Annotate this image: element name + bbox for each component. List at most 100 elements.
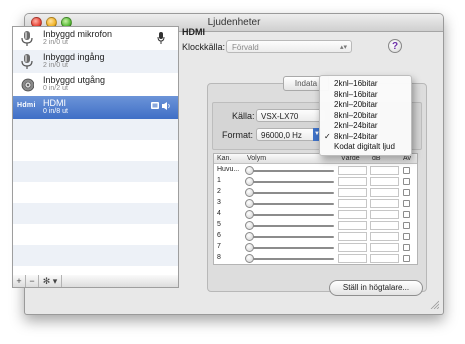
volume-slider-knob[interactable]	[245, 232, 254, 241]
table-row: 2	[214, 187, 417, 198]
volume-slider-track[interactable]	[249, 192, 334, 194]
db-field[interactable]	[370, 188, 399, 197]
empty-row	[13, 182, 178, 203]
menu-item[interactable]: 8knl–20bitar	[320, 111, 411, 121]
value-field[interactable]	[338, 254, 367, 263]
menu-item[interactable]: Kodat digitalt ljud	[320, 142, 411, 152]
device-channels: 2 in/0 ut	[43, 62, 68, 69]
device-item-hdmi[interactable]: Hdmi HDMI 0 in/8 ut	[13, 96, 178, 119]
volume-slider-track[interactable]	[249, 236, 334, 238]
help-button[interactable]: ?	[388, 39, 402, 53]
mute-checkbox[interactable]	[403, 200, 410, 207]
mute-checkbox[interactable]	[403, 211, 410, 218]
db-field[interactable]	[370, 254, 399, 263]
menu-item[interactable]: 8knl–16bitar	[320, 90, 411, 100]
device-channels: 2 in/0 ut	[43, 39, 68, 46]
device-item-inbyggd-utgang[interactable]: Inbyggd utgång 0 in/2 ut	[13, 73, 178, 96]
table-row: 4	[214, 209, 417, 220]
volume-slider-knob[interactable]	[245, 210, 254, 219]
db-field[interactable]	[370, 166, 399, 175]
volume-slider-knob[interactable]	[245, 254, 254, 263]
db-field[interactable]	[370, 232, 399, 241]
channel-name: 4	[217, 210, 221, 217]
value-field[interactable]	[338, 166, 367, 175]
volume-slider-knob[interactable]	[245, 199, 254, 208]
channel-name: 3	[217, 199, 221, 206]
volume-slider-track[interactable]	[249, 170, 334, 172]
resize-grip-icon[interactable]	[430, 300, 439, 309]
speaker-icon	[21, 78, 34, 92]
value-field[interactable]	[338, 232, 367, 241]
format-label: Format:	[222, 130, 254, 140]
mute-checkbox[interactable]	[403, 178, 410, 185]
channel-name: 8	[217, 254, 221, 261]
value-field[interactable]	[338, 221, 367, 230]
mute-checkbox[interactable]	[403, 167, 410, 174]
remove-device-button[interactable]: −	[26, 275, 39, 287]
volume-slider-knob[interactable]	[245, 221, 254, 230]
empty-row	[13, 119, 178, 140]
source-label: Källa:	[232, 111, 255, 121]
device-name: Inbyggd ingång	[43, 52, 105, 62]
device-title: HDMI	[182, 27, 205, 37]
volume-slider-knob[interactable]	[245, 177, 254, 186]
table-row: 7	[214, 242, 417, 253]
menu-item[interactable]: ✓ 8knl–24bitar	[320, 132, 411, 142]
volume-slider-knob[interactable]	[245, 166, 254, 175]
device-list[interactable]: Inbyggd mikrofon 2 in/0 ut Inbyggd ingån…	[12, 26, 179, 276]
mute-checkbox[interactable]	[403, 244, 410, 251]
mute-checkbox[interactable]	[403, 233, 410, 240]
channel-name: 6	[217, 232, 221, 239]
db-field[interactable]	[370, 221, 399, 230]
value-field[interactable]	[338, 243, 367, 252]
menu-item[interactable]: 2knl–24bitar	[320, 121, 411, 131]
volume-slider-knob[interactable]	[245, 188, 254, 197]
device-item-inbyggd-ingang[interactable]: Inbyggd ingång 2 in/0 ut	[13, 50, 178, 73]
db-field[interactable]	[370, 210, 399, 219]
source-select[interactable]: VSX-LX70	[256, 109, 326, 122]
volume-slider-track[interactable]	[249, 181, 334, 183]
table-row: 8	[214, 253, 417, 264]
empty-row	[13, 140, 178, 161]
menu-item-label: 8knl–16bitar	[334, 89, 378, 99]
gear-menu-button[interactable]: ✻ ▾	[39, 275, 62, 287]
column-volume: Volym	[247, 155, 267, 162]
volume-slider-track[interactable]	[249, 214, 334, 216]
db-field[interactable]	[370, 199, 399, 208]
db-field[interactable]	[370, 177, 399, 186]
checkmark-icon: ✓	[324, 131, 331, 141]
empty-row	[13, 161, 178, 182]
format-dropdown-menu: 2knl–16bitar 8knl–16bitar 2knl–20bitar 8knl…	[319, 75, 412, 156]
value-field[interactable]	[338, 199, 367, 208]
table-row: 6	[214, 231, 417, 242]
volume-slider-track[interactable]	[249, 247, 334, 249]
format-rate-select[interactable]: 96000,0 Hz	[256, 128, 316, 141]
db-field[interactable]	[370, 243, 399, 252]
menu-item-label: 8knl–20bitar	[334, 110, 378, 120]
microphone-icon	[21, 31, 33, 46]
device-item-inbyggd-mikrofon[interactable]: Inbyggd mikrofon 2 in/0 ut	[13, 27, 178, 50]
volume-slider-track[interactable]	[249, 225, 334, 227]
menu-item-label: Kodat digitalt ljud	[334, 142, 395, 151]
value-field[interactable]	[338, 188, 367, 197]
clock-source-label: Klockkälla:	[182, 42, 226, 52]
stepper-arrows-icon: ▴▾	[339, 44, 347, 51]
volume-slider-track[interactable]	[249, 203, 334, 205]
value-field[interactable]	[338, 210, 367, 219]
menu-item[interactable]: 2knl–16bitar	[320, 79, 411, 89]
volume-slider-knob[interactable]	[245, 243, 254, 252]
clock-source-value: Förvald	[232, 43, 259, 52]
empty-row	[13, 224, 178, 245]
mute-checkbox[interactable]	[403, 255, 410, 262]
value-field[interactable]	[338, 177, 367, 186]
menu-item[interactable]: 2knl–20bitar	[320, 100, 411, 110]
mute-checkbox[interactable]	[403, 189, 410, 196]
menu-item-label: 2knl–24bitar	[334, 121, 378, 130]
channel-name: Huvu...	[217, 166, 240, 173]
clock-source-select[interactable]: Förvald ▴▾	[226, 40, 352, 53]
add-device-button[interactable]: +	[13, 275, 26, 287]
volume-slider-track[interactable]	[249, 258, 334, 260]
configure-speakers-button[interactable]: Ställ in högtalare...	[329, 280, 423, 296]
menu-item-label: 2knl–16bitar	[334, 79, 378, 88]
mute-checkbox[interactable]	[403, 222, 410, 229]
